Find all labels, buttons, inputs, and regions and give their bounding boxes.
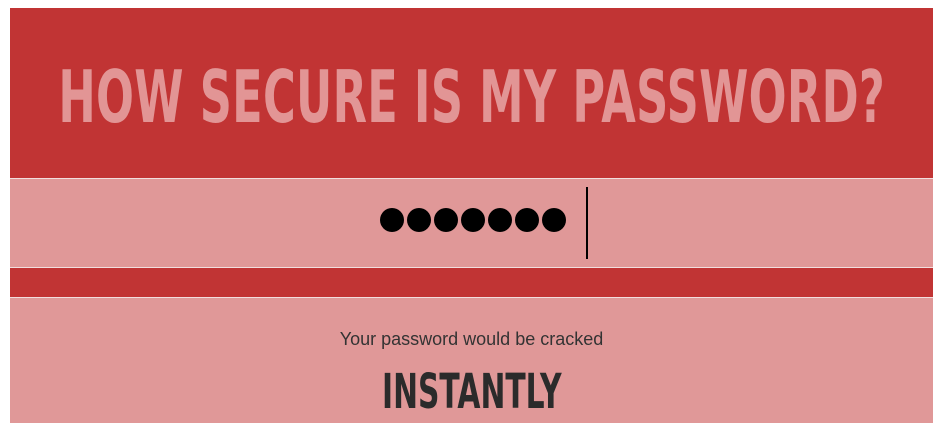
result-message: Your password would be cracked [339, 329, 604, 349]
crack-time-verdict: INSTANTLY [10, 368, 933, 416]
password-input-area [10, 179, 933, 267]
header: HOW SECURE IS MY PASSWORD? [10, 8, 933, 178]
page-title: HOW SECURE IS MY PASSWORD? [58, 55, 885, 139]
separator-strip [10, 268, 933, 297]
password-mask-dot [380, 208, 404, 232]
password-mask-dot [407, 208, 431, 232]
password-mask-dot [434, 208, 458, 232]
crack-time-value: INSTANTLY [381, 364, 562, 420]
text-caret [586, 187, 588, 259]
password-mask-dot [515, 208, 539, 232]
page-frame: HOW SECURE IS MY PASSWORD? Your password… [10, 8, 933, 423]
password-mask [380, 208, 566, 232]
result-panel: Your password would be cracked INSTANTLY [10, 298, 933, 423]
password-mask-dot [461, 208, 485, 232]
password-mask-dot [488, 208, 512, 232]
password-mask-dot [542, 208, 566, 232]
